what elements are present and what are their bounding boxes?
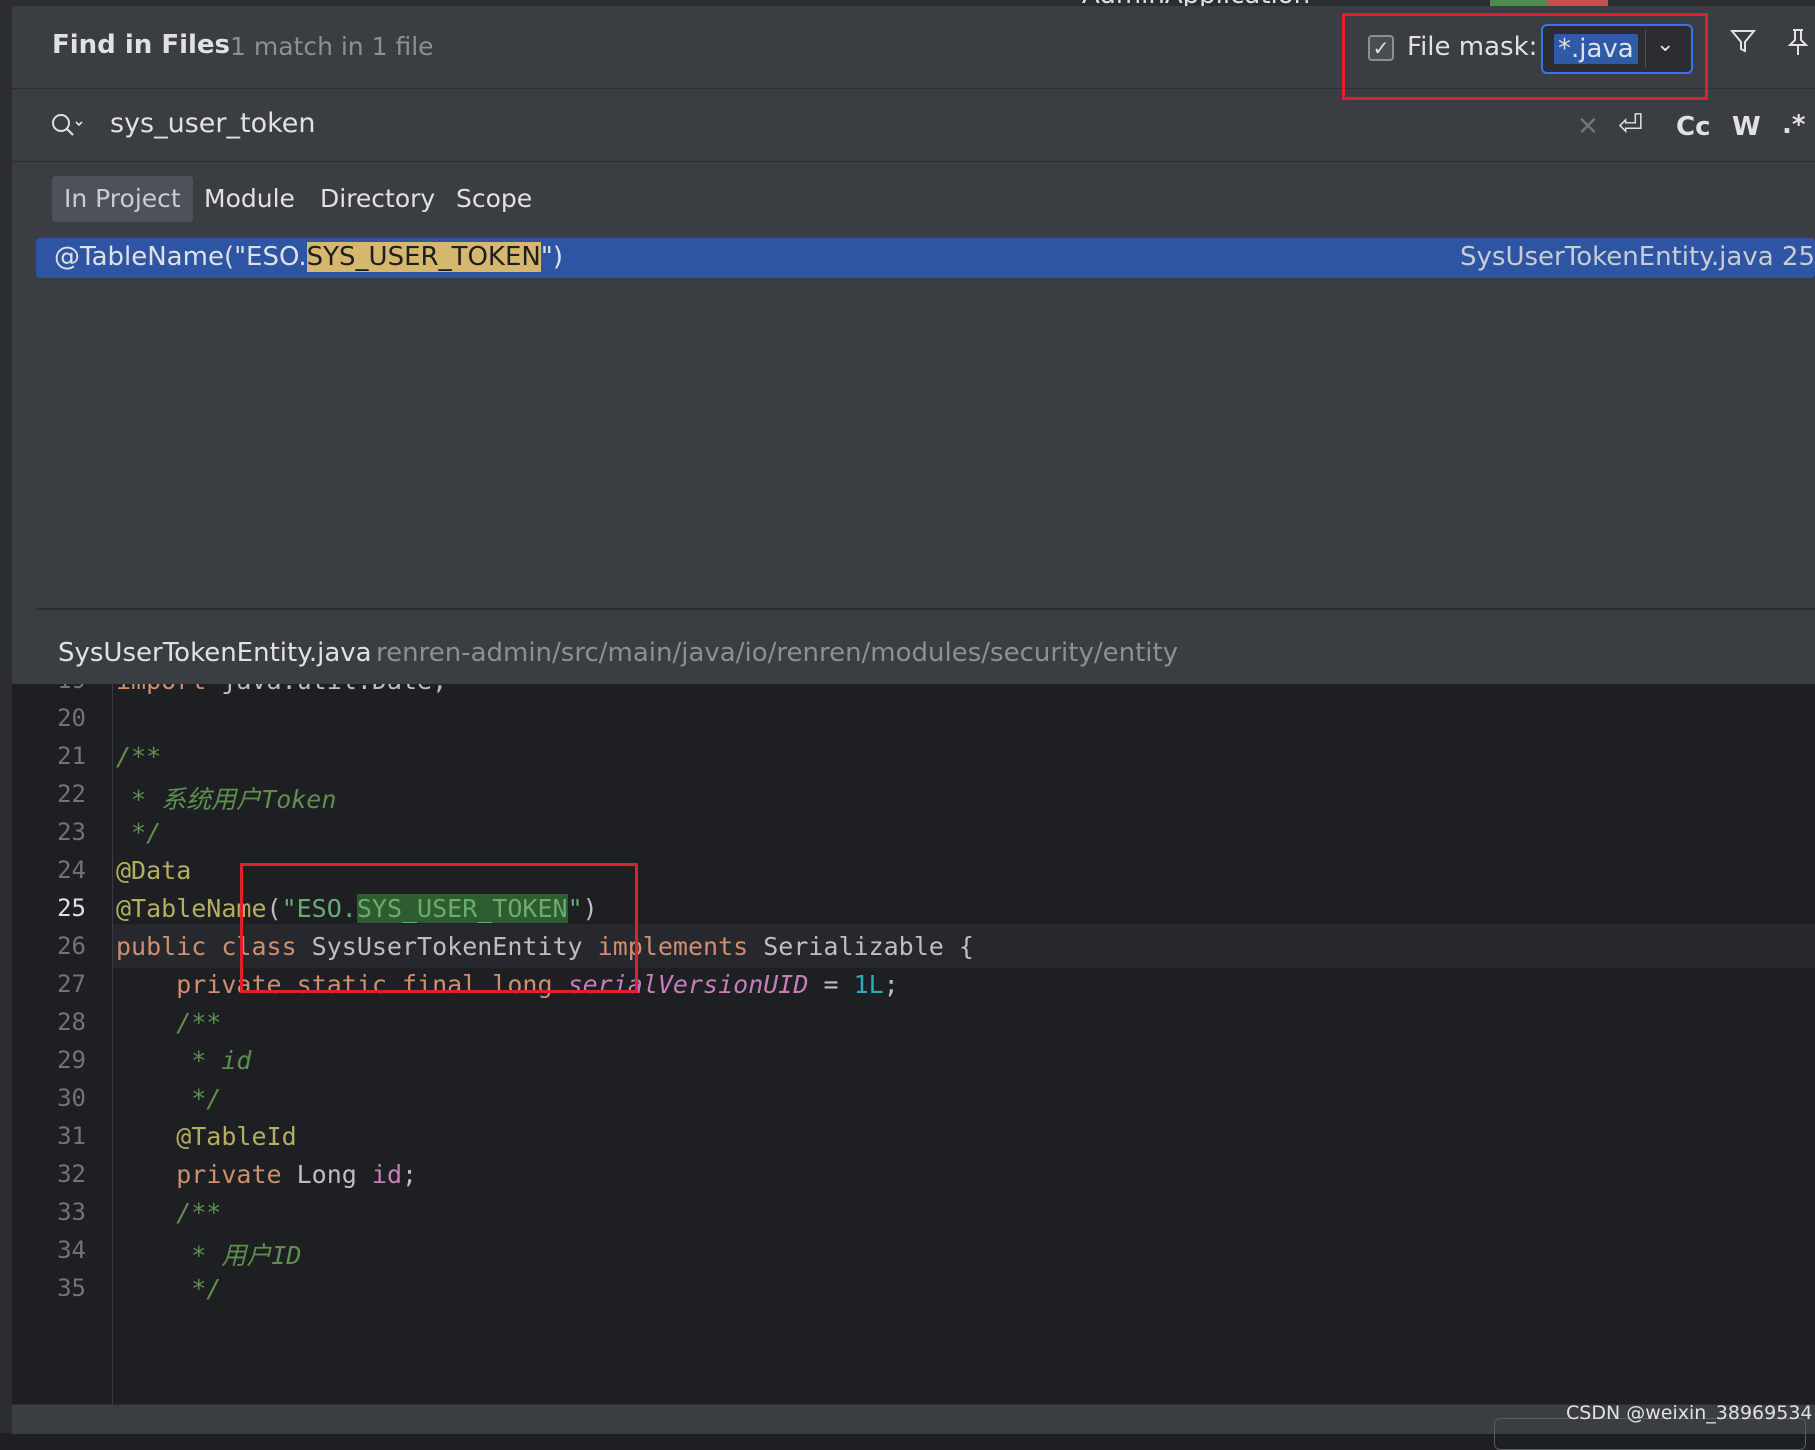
line-number: 24 xyxy=(57,856,86,884)
code-line: import java.util.Date; xyxy=(116,684,447,695)
line-number: 31 xyxy=(57,1122,86,1150)
dialog-title: Find in Files xyxy=(52,30,231,60)
code-line: * 系统用户Token xyxy=(116,785,337,814)
result-file-location: SysUserTokenEntity.java 25 xyxy=(1460,242,1815,272)
result-row[interactable]: @TableName("ESO.SYS_USER_TOKEN") SysUser… xyxy=(36,238,1815,278)
watermark: CSDN @weixin_38969534 xyxy=(1566,1402,1813,1424)
line-number: 19 xyxy=(46,684,86,694)
line-number: 32 xyxy=(57,1160,86,1188)
whole-words-toggle[interactable]: W xyxy=(1732,112,1761,142)
tab-scope[interactable]: Scope xyxy=(444,176,544,222)
line-number: 26 xyxy=(57,932,86,960)
newline-toggle-icon[interactable]: ⏎ xyxy=(1618,108,1643,143)
code-line: @TableId xyxy=(116,1122,297,1151)
filter-icon[interactable] xyxy=(1729,28,1757,58)
code-line: /** xyxy=(116,742,162,771)
line-number: 33 xyxy=(57,1198,86,1226)
line-number: 20 xyxy=(57,704,86,732)
search-input[interactable] xyxy=(110,106,1540,140)
code-line: */ xyxy=(116,1084,222,1113)
clear-search-icon[interactable]: ✕ xyxy=(1577,112,1599,142)
line-number: 22 xyxy=(57,780,86,808)
code-line: * 用户ID xyxy=(116,1241,302,1270)
code-line: */ xyxy=(116,818,162,847)
pin-icon[interactable] xyxy=(1785,28,1811,60)
result-suffix: ") xyxy=(540,242,563,272)
match-case-toggle[interactable]: Cc xyxy=(1676,112,1711,142)
code-line: /** xyxy=(116,1198,222,1227)
match-summary: 1 match in 1 file xyxy=(230,32,434,61)
tab-directory[interactable]: Directory xyxy=(308,176,447,222)
code-line: @Data xyxy=(116,856,192,885)
line-number: 21 xyxy=(57,742,86,770)
line-number: 30 xyxy=(57,1084,86,1112)
tab-module[interactable]: Module xyxy=(192,176,307,222)
preview-file-path: renren-admin/src/main/java/io/renren/mod… xyxy=(376,638,1179,668)
result-prefix: @TableName("ESO. xyxy=(54,242,307,272)
annotation-box-code xyxy=(240,863,638,993)
code-line: */ xyxy=(116,1274,222,1303)
code-preview[interactable]: 19 import java.util.Date; 20 21 /** 22 *… xyxy=(12,684,1815,1404)
result-snippet: @TableName("ESO.SYS_USER_TOKEN") xyxy=(54,242,563,272)
search-icon[interactable] xyxy=(50,112,84,142)
line-number: 34 xyxy=(57,1236,86,1264)
line-number: 23 xyxy=(57,818,86,846)
annotation-box-file-mask xyxy=(1342,13,1708,100)
code-line: private Long id; xyxy=(176,1160,418,1189)
line-number: 35 xyxy=(57,1274,86,1302)
preview-file-name: SysUserTokenEntity.java xyxy=(58,638,372,668)
code-line: * id xyxy=(116,1046,252,1075)
code-line: /** xyxy=(116,1008,222,1037)
line-number: 27 xyxy=(57,970,86,998)
line-number-current: 25 xyxy=(57,894,86,922)
line-number: 29 xyxy=(57,1046,86,1074)
regex-toggle[interactable]: .* xyxy=(1782,110,1805,140)
tab-in-project[interactable]: In Project xyxy=(52,176,193,222)
line-number: 28 xyxy=(57,1008,86,1036)
result-match-highlight: SYS_USER_TOKEN xyxy=(306,242,541,272)
